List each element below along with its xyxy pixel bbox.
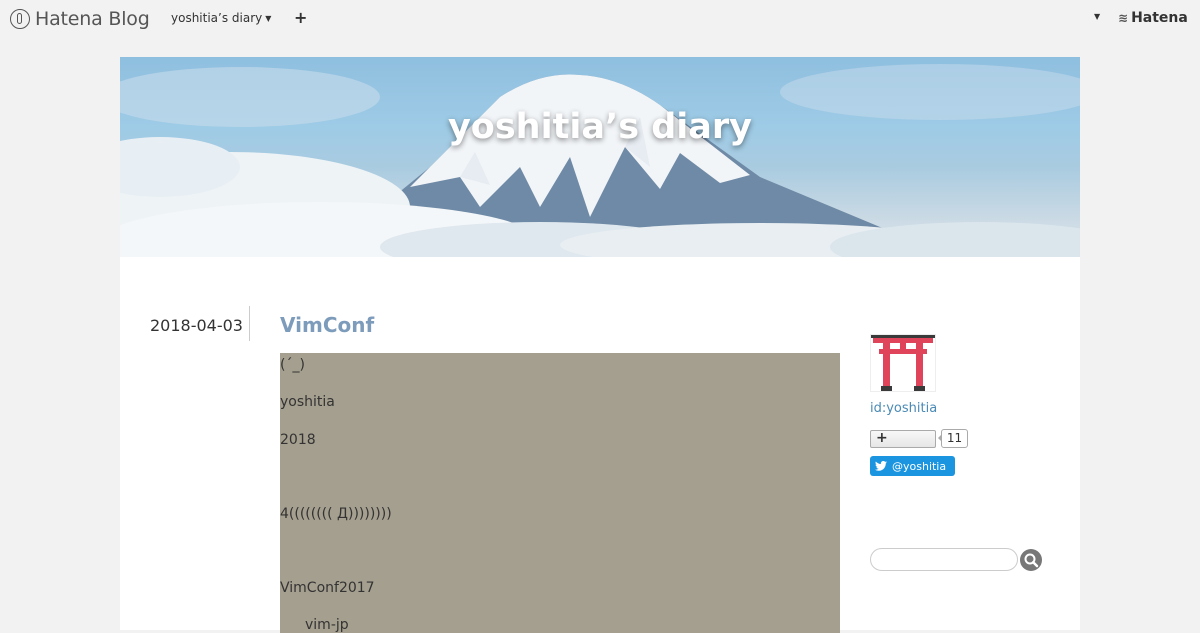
avatar[interactable] [870, 334, 936, 392]
caret-down-icon: ▼ [265, 13, 272, 23]
follow-button[interactable]: + [870, 430, 936, 448]
entry-body: (´_) yoshitia 2018 4(((((((( Д)))))))) V… [280, 353, 840, 633]
twitter-handle: @yoshitia [892, 459, 947, 473]
entry-line: yoshitia [280, 394, 335, 410]
entry-line: vim-jp [305, 617, 349, 633]
entry-line: (´_) [280, 357, 305, 373]
follower-count[interactable]: 11 [938, 429, 968, 448]
entry-line: 4(((((((( Д)))))))) [280, 506, 392, 522]
blog-switcher-menu[interactable]: yoshitia’s diary ▼ [171, 11, 271, 25]
main-content: 2018-04-03 VimConf (´_) yoshitia 2018 4(… [120, 257, 1080, 633]
hatena-blog-logo-icon [10, 9, 30, 29]
user-id-link[interactable]: id:yoshitia [870, 401, 937, 416]
search-icon [1024, 553, 1039, 568]
twitter-follow-button[interactable]: @yoshitia [870, 456, 955, 476]
entry-line: 2018 [280, 432, 316, 448]
entry-title[interactable]: VimConf [280, 313, 374, 337]
entry-date[interactable]: 2018-04-03 [150, 316, 243, 335]
date-divider [249, 306, 250, 341]
account-menu-caret-icon[interactable]: ▼ [1094, 12, 1100, 21]
hatena-logo[interactable]: ≋ Hatena [1118, 10, 1188, 26]
hatena-bird-icon: ≋ [1118, 11, 1129, 25]
brand-label: Hatena Blog [35, 8, 150, 30]
blog-header: yoshitia’s diary [120, 57, 1080, 257]
add-entry-button[interactable]: + [294, 8, 307, 27]
global-header: Hatena Blog yoshitia’s diary ▼ + ▼ ≋ Hat… [0, 0, 1200, 38]
torii-icon [871, 335, 935, 391]
blog-switcher-label: yoshitia’s diary [171, 11, 263, 25]
hatena-blog-logo[interactable]: Hatena Blog [10, 7, 150, 31]
mount-fuji-header-image [120, 64, 1080, 257]
search-input[interactable] [870, 548, 1018, 571]
search-button[interactable] [1020, 549, 1042, 571]
entry-line: VimConf2017 [280, 580, 375, 596]
blog-title[interactable]: yoshitia’s diary [120, 107, 1080, 147]
hatena-logo-label: Hatena [1131, 10, 1188, 26]
twitter-icon [875, 461, 887, 471]
